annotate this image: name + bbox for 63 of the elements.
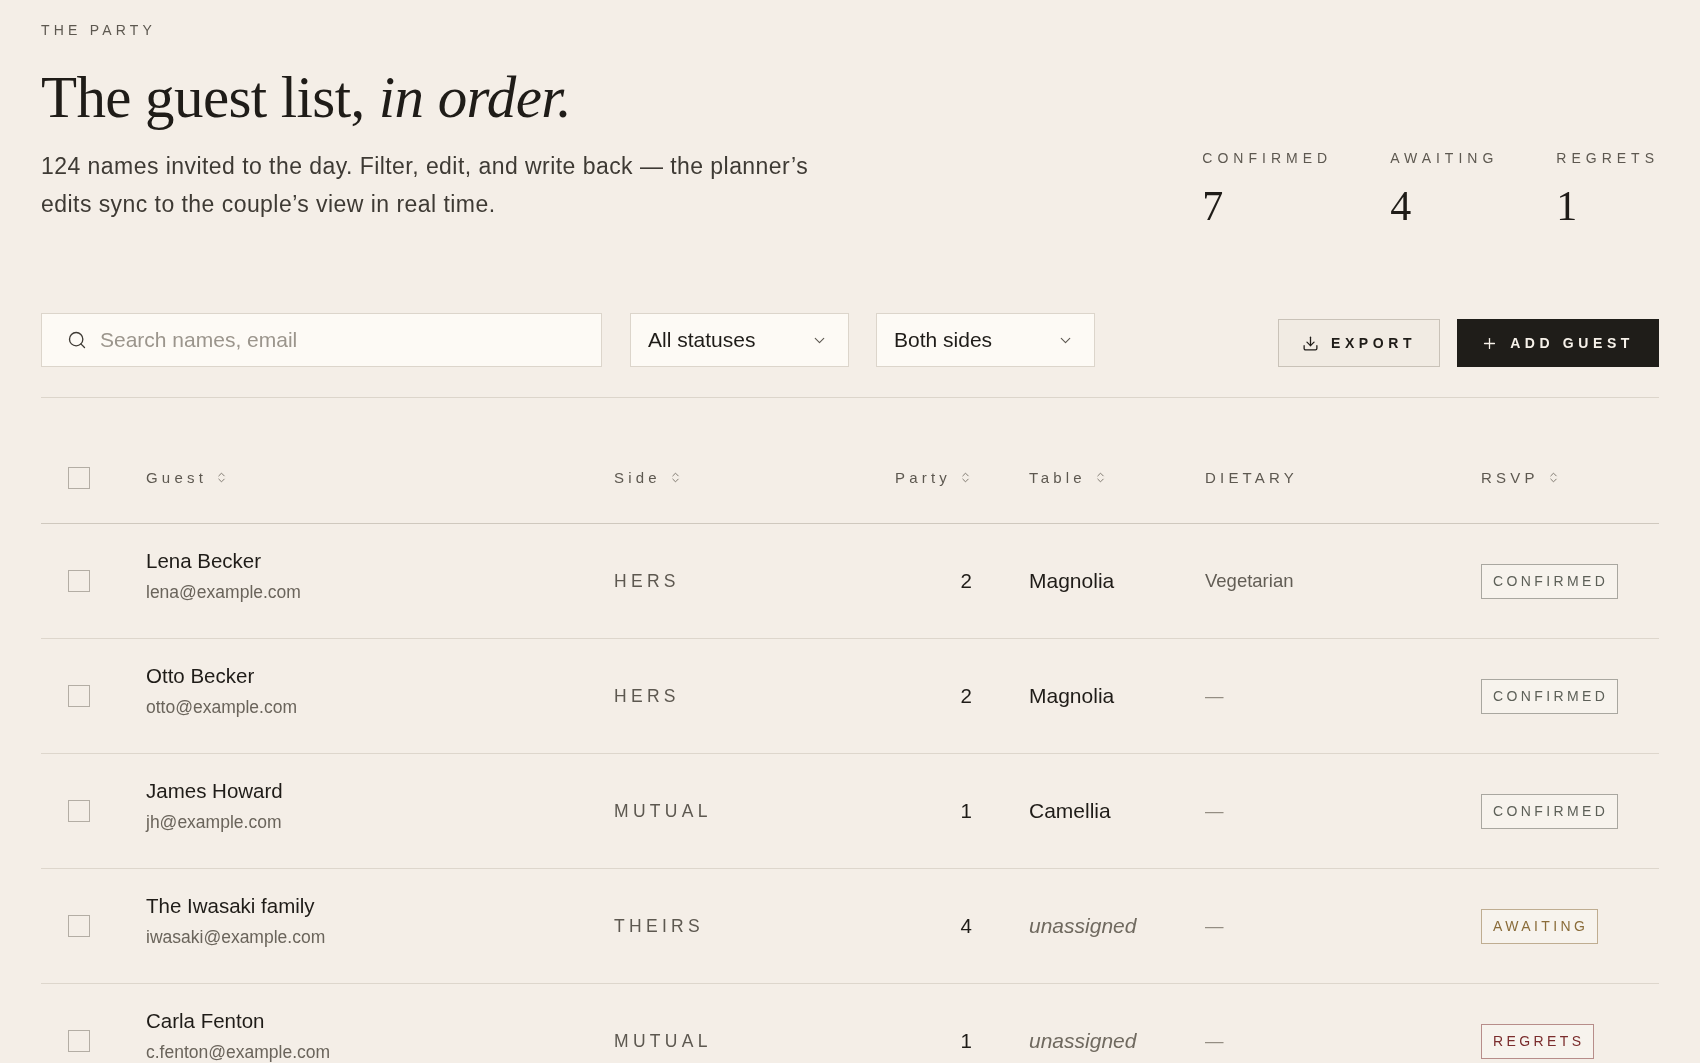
stat-value: 7 (1202, 182, 1224, 230)
table-name: Camellia (1029, 799, 1111, 823)
guest-email: lena@example.com (146, 581, 301, 602)
guest-email: otto@example.com (146, 696, 298, 717)
dietary-note: — (1205, 1030, 1224, 1052)
column-header[interactable]: Guest (146, 469, 229, 486)
page-title: The guest list, in order. (41, 64, 572, 130)
rsvp-status-tag: CONFIRMED (1481, 678, 1619, 714)
stat-label: REGRETS (1556, 150, 1659, 166)
filter-dropdown[interactable]: All statuses (630, 313, 849, 367)
guest-name: James Howard (146, 778, 283, 803)
checkbox[interactable] (68, 1030, 90, 1052)
download-icon (1301, 334, 1319, 352)
party-size: 2 (960, 684, 972, 708)
party-size: 4 (960, 914, 972, 938)
guest-name: Lena Becker (146, 548, 262, 573)
side-label: THEIRS (614, 915, 704, 937)
checkbox[interactable] (68, 570, 90, 592)
checkbox[interactable] (68, 685, 90, 707)
side-label: MUTUAL (614, 800, 712, 822)
column-header[interactable]: RSVP (1481, 469, 1560, 486)
checkbox[interactable] (68, 466, 90, 489)
checkbox[interactable] (68, 800, 90, 822)
search-icon (67, 330, 87, 350)
guest-name: Carla Fenton (146, 1008, 265, 1033)
side-label: HERS (614, 570, 680, 592)
add-guest-button[interactable]: ADD GUEST (1457, 319, 1659, 367)
guest-email: iwasaki@example.com (146, 926, 326, 947)
dietary-note: — (1205, 800, 1224, 822)
rsvp-status-tag: CONFIRMED (1481, 793, 1619, 829)
guest-email: c.fenton@example.com (146, 1041, 331, 1062)
stat-label: CONFIRMED (1202, 150, 1333, 166)
rsvp-status-tag: CONFIRMED (1481, 563, 1619, 599)
party-size: 1 (960, 1029, 972, 1053)
export-button[interactable]: EXPORT (1277, 319, 1441, 367)
dietary-note: — (1205, 915, 1224, 937)
guest-email: jh@example.com (146, 811, 282, 832)
page-description: 124 names invited to the day. Filter, edit, and write back — the planner’s edits sync to the couple’s view in real time. (41, 152, 810, 219)
side-label: MUTUAL (614, 1030, 712, 1052)
column-header[interactable]: Party (895, 469, 972, 486)
rsvp-status-tag: AWAITING (1481, 908, 1599, 944)
guest-name: Otto Becker (146, 663, 255, 688)
filter-dropdown[interactable]: Both sides (876, 313, 1095, 367)
table-name: Magnolia (1029, 684, 1115, 708)
stat-label: AWAITING (1390, 150, 1499, 166)
stat-value: 4 (1390, 182, 1412, 230)
party-size: 2 (960, 569, 972, 593)
stat-value: 1 (1556, 182, 1578, 230)
table-name: unassigned (1029, 914, 1137, 938)
dietary-note: — (1205, 685, 1224, 707)
checkbox[interactable] (68, 915, 90, 937)
column-header[interactable]: Side (614, 469, 682, 486)
column-header: DIETARY (1205, 469, 1299, 486)
section-eyebrow: THE PARTY (41, 22, 157, 38)
dietary-note: Vegetarian (1205, 570, 1294, 592)
side-label: HERS (614, 685, 680, 707)
table-name: Magnolia (1029, 569, 1115, 593)
search-field[interactable]: Search names, email (41, 313, 602, 367)
guest-name: The Iwasaki family (146, 893, 315, 918)
table-name: unassigned (1029, 1029, 1137, 1053)
party-size: 1 (960, 799, 972, 823)
column-header[interactable]: Table (1029, 469, 1107, 486)
rsvp-status-tag: REGRETS (1481, 1023, 1595, 1059)
